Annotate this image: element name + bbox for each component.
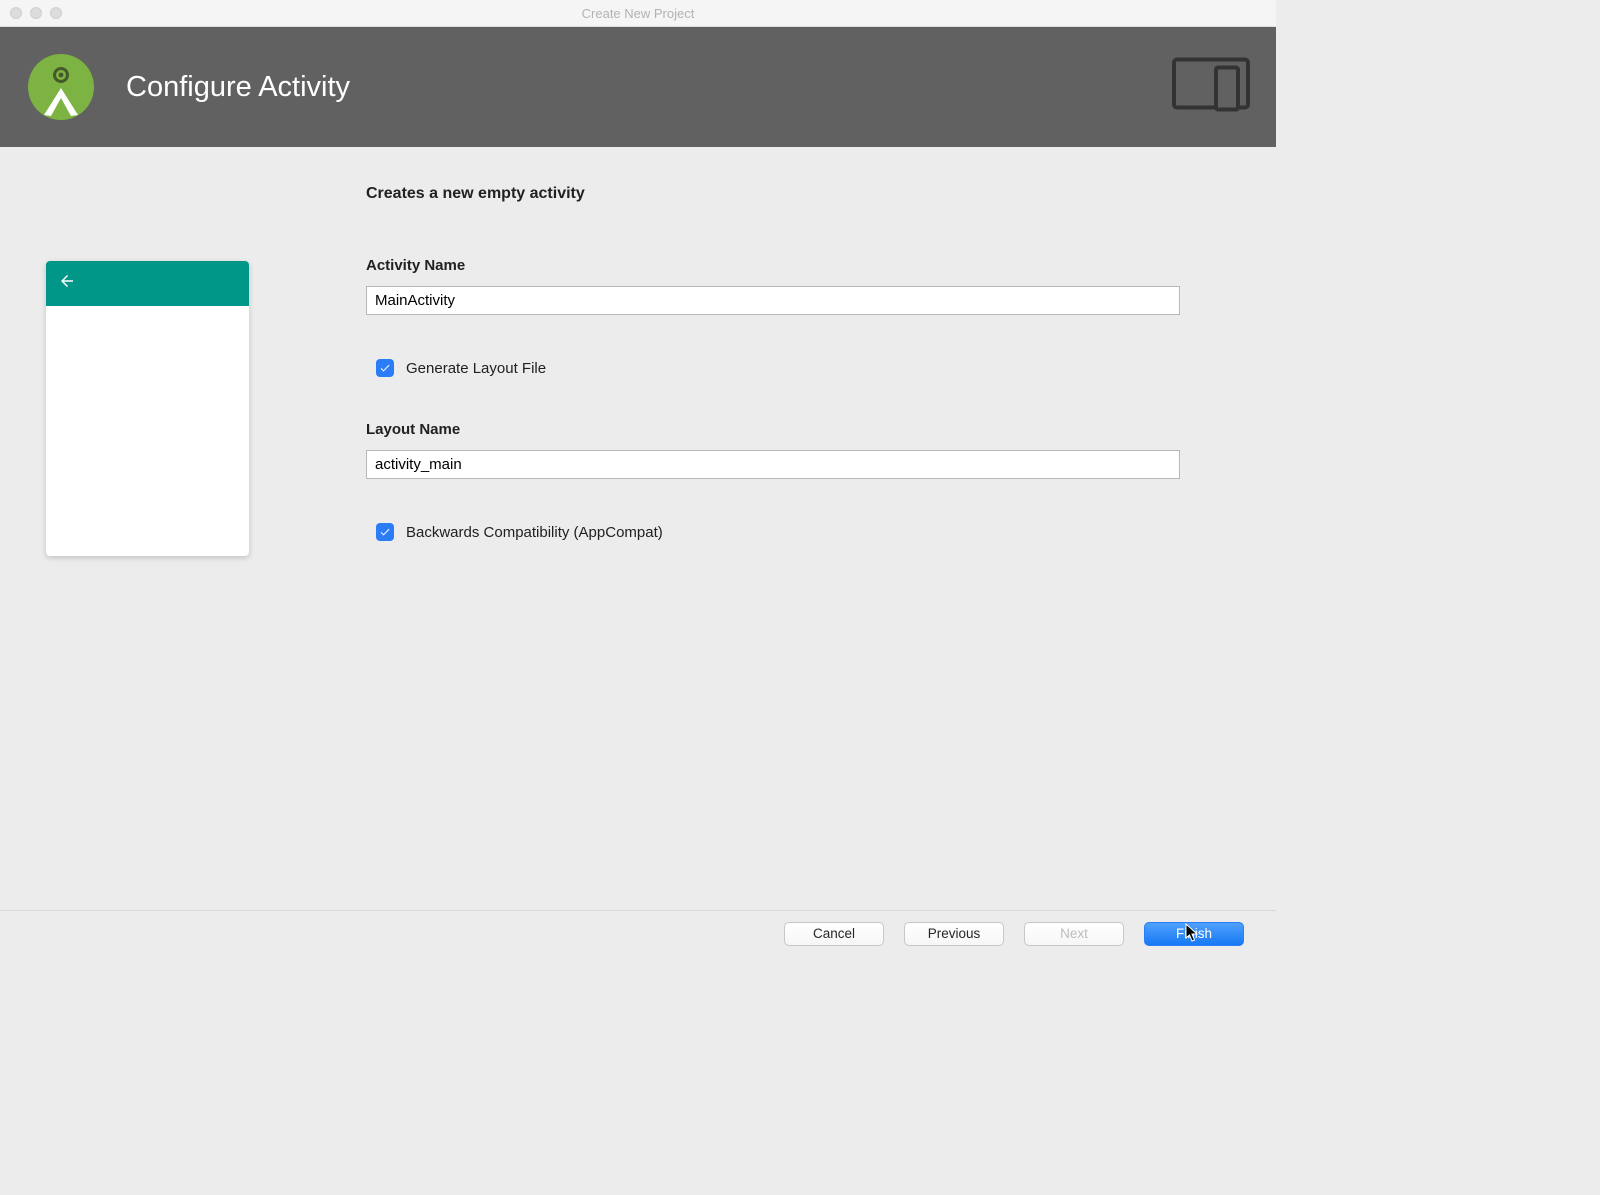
android-studio-logo-icon (26, 52, 96, 122)
layout-name-input[interactable] (366, 450, 1180, 479)
activity-name-label: Activity Name (366, 257, 1180, 274)
next-button: Next (1024, 922, 1124, 946)
close-window-button[interactable] (10, 7, 22, 19)
activity-name-input[interactable] (366, 286, 1180, 315)
wizard-footer: Cancel Previous Next Finish (0, 910, 1276, 956)
wizard-header: Configure Activity (0, 27, 1276, 147)
backcompat-label: Backwards Compatibility (AppCompat) (406, 524, 663, 541)
minimize-window-button[interactable] (30, 7, 42, 19)
activity-preview (46, 261, 249, 556)
generate-layout-checkbox[interactable] (376, 359, 394, 377)
section-heading: Creates a new empty activity (366, 185, 1180, 203)
titlebar: Create New Project (0, 0, 1276, 27)
cancel-button[interactable]: Cancel (784, 922, 884, 946)
preview-column (46, 185, 306, 556)
wizard-content: Creates a new empty activity Activity Na… (0, 147, 1276, 556)
layout-name-label: Layout Name (366, 421, 1180, 438)
layout-name-group: Layout Name (366, 421, 1180, 479)
form-column: Creates a new empty activity Activity Na… (366, 185, 1230, 556)
generate-layout-checkbox-row[interactable]: Generate Layout File (376, 359, 1180, 377)
back-arrow-icon (58, 272, 76, 295)
form-factor-icon (1172, 58, 1250, 117)
wizard-step-title: Configure Activity (126, 71, 350, 104)
preview-appbar (46, 261, 249, 306)
finish-button[interactable]: Finish (1144, 922, 1244, 946)
window-title: Create New Project (582, 6, 695, 21)
previous-button[interactable]: Previous (904, 922, 1004, 946)
backcompat-checkbox-row[interactable]: Backwards Compatibility (AppCompat) (376, 523, 1180, 541)
backcompat-checkbox[interactable] (376, 523, 394, 541)
zoom-window-button[interactable] (50, 7, 62, 19)
generate-layout-label: Generate Layout File (406, 360, 546, 377)
window-controls (10, 7, 62, 19)
activity-name-group: Activity Name (366, 257, 1180, 315)
